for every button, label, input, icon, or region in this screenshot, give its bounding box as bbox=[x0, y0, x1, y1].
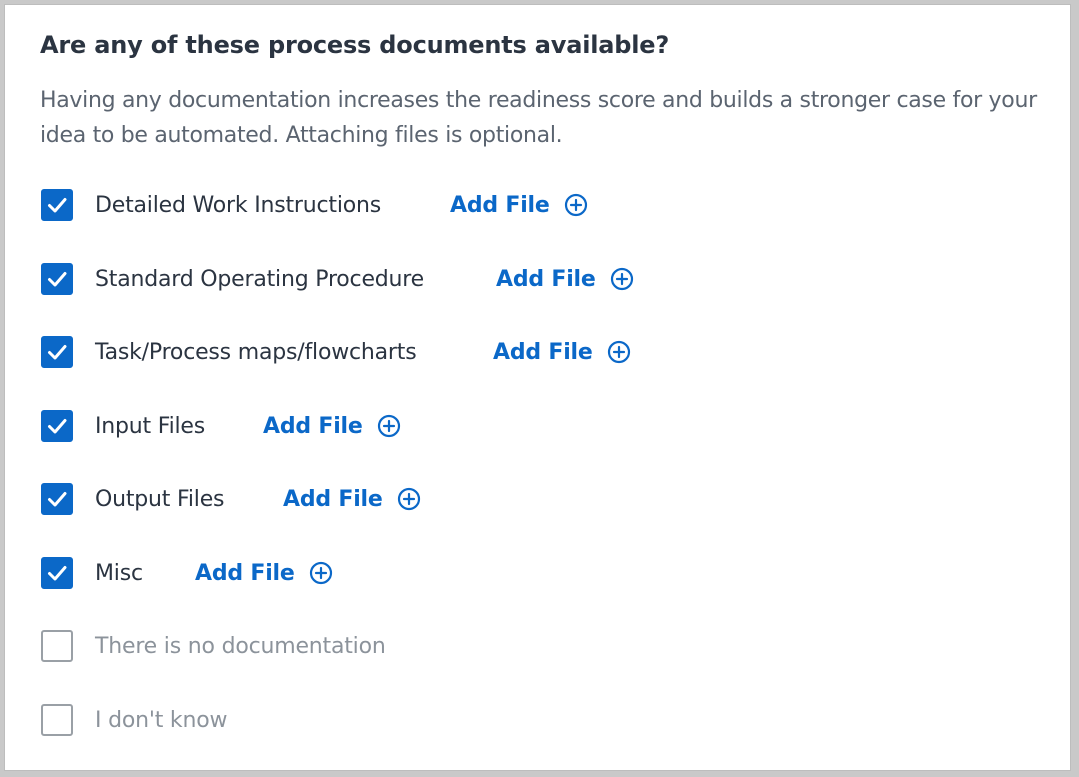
no-documentation-checkbox[interactable] bbox=[41, 630, 73, 662]
add-file-label: Add File bbox=[283, 486, 383, 512]
option-label: I don't know bbox=[95, 707, 228, 733]
option-label: There is no documentation bbox=[95, 633, 386, 659]
option-no-documentation: There is no documentation bbox=[41, 629, 386, 663]
option-label: Detailed Work Instructions bbox=[95, 192, 382, 218]
option-label: Task/Process maps/flowcharts bbox=[95, 339, 417, 365]
plus-circle-icon bbox=[397, 487, 421, 511]
add-file-button[interactable]: Add File bbox=[496, 267, 634, 292]
add-file-label: Add File bbox=[493, 339, 593, 365]
add-file-label: Add File bbox=[195, 560, 295, 586]
add-file-label: Add File bbox=[450, 192, 550, 218]
option-label: Misc bbox=[95, 560, 143, 586]
question-description: Having any documentation increases the r… bbox=[40, 88, 1037, 148]
documents-question-card: Are any of these process documents avail… bbox=[4, 4, 1071, 771]
task-process-maps-checkbox[interactable] bbox=[41, 336, 73, 368]
question-title: Are any of these process documents avail… bbox=[40, 31, 670, 59]
option-label: Input Files bbox=[95, 413, 206, 439]
add-file-button[interactable]: Add File bbox=[263, 414, 401, 439]
misc-checkbox[interactable] bbox=[41, 557, 73, 589]
plus-circle-icon bbox=[610, 267, 634, 291]
plus-circle-icon bbox=[309, 561, 333, 585]
checkmark-icon bbox=[48, 198, 67, 213]
add-file-button[interactable]: Add File bbox=[493, 340, 631, 365]
plus-circle-icon bbox=[564, 193, 588, 217]
plus-circle-icon bbox=[377, 414, 401, 438]
option-input-files: Input Files Add File bbox=[41, 409, 401, 443]
i-dont-know-checkbox[interactable] bbox=[41, 704, 73, 736]
option-standard-operating-procedure: Standard Operating Procedure Add File bbox=[41, 262, 634, 296]
option-label: Standard Operating Procedure bbox=[95, 266, 424, 292]
option-misc: Misc Add File bbox=[41, 556, 333, 590]
option-label: Output Files bbox=[95, 486, 225, 512]
standard-operating-procedure-checkbox[interactable] bbox=[41, 263, 73, 295]
option-i-dont-know: I don't know bbox=[41, 703, 227, 737]
output-files-checkbox[interactable] bbox=[41, 483, 73, 515]
option-task-process-maps: Task/Process maps/flowcharts Add File bbox=[41, 335, 631, 369]
add-file-label: Add File bbox=[496, 266, 596, 292]
option-output-files: Output Files Add File bbox=[41, 482, 421, 516]
plus-circle-icon bbox=[607, 340, 631, 364]
checkmark-icon bbox=[48, 566, 67, 581]
checkmark-icon bbox=[48, 345, 67, 360]
add-file-button[interactable]: Add File bbox=[195, 561, 333, 586]
add-file-label: Add File bbox=[263, 413, 363, 439]
checkmark-icon bbox=[48, 272, 67, 287]
add-file-button[interactable]: Add File bbox=[283, 487, 421, 512]
option-detailed-work-instructions: Detailed Work Instructions Add File bbox=[41, 188, 588, 222]
detailed-work-instructions-checkbox[interactable] bbox=[41, 189, 73, 221]
add-file-button[interactable]: Add File bbox=[450, 193, 588, 218]
input-files-checkbox[interactable] bbox=[41, 410, 73, 442]
checkmark-icon bbox=[48, 419, 67, 434]
checkmark-icon bbox=[48, 492, 67, 507]
